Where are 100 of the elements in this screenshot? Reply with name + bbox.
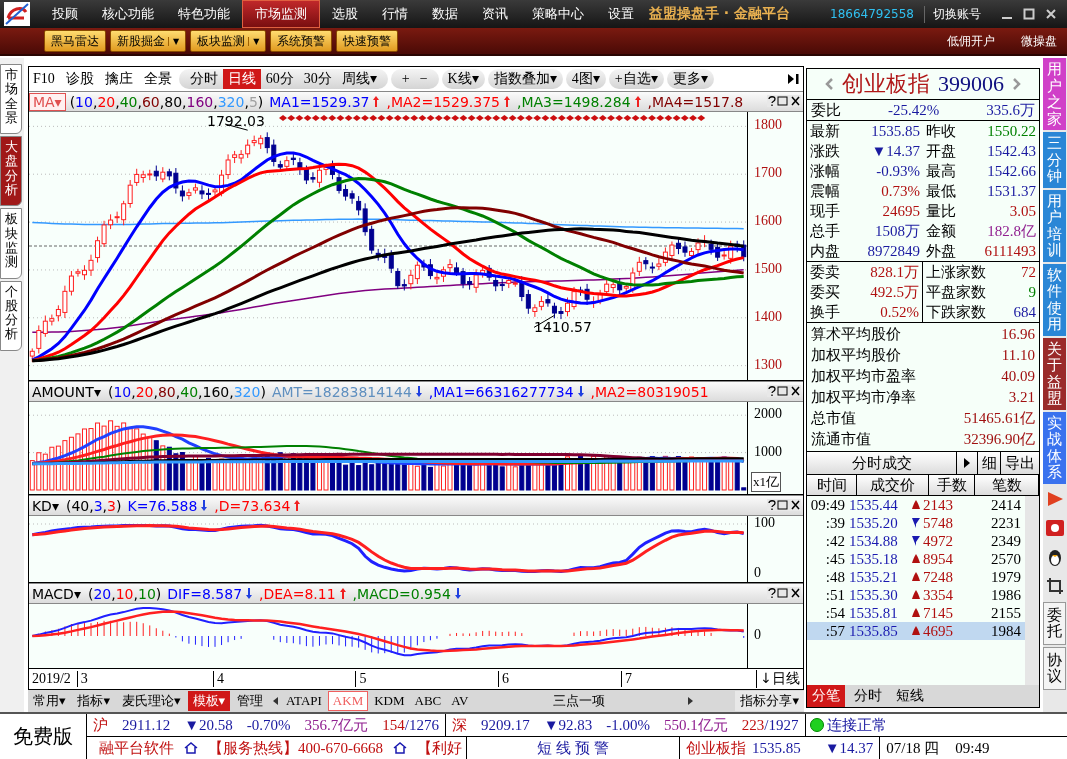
tool-link[interactable]: 诊股	[61, 70, 98, 88]
menu-item[interactable]: 投顾	[40, 1, 90, 27]
separator: ,	[102, 497, 108, 514]
quote-value: 0.52%	[880, 303, 919, 321]
indicator-menu[interactable]: MACD▾	[28, 585, 84, 602]
trade-row[interactable]: :42 1534.88 4972 2349	[807, 532, 1025, 550]
zoom-button[interactable]: +	[396, 69, 415, 89]
menu-item[interactable]: 行情	[370, 1, 420, 27]
separator: ,	[244, 93, 249, 110]
bottom-tab[interactable]: 管理	[232, 691, 269, 711]
indicator-menu[interactable]: KD▾	[28, 497, 62, 514]
menu-item[interactable]: 设置	[596, 1, 646, 27]
bottom-tab[interactable]: 指标▾	[72, 691, 115, 711]
tool-link[interactable]: 全景	[139, 70, 176, 88]
market-change: ▼20.58	[184, 716, 233, 734]
side-link[interactable]: 用户之家	[1043, 58, 1066, 130]
toolbar-dropdown[interactable]: 更多▾	[666, 69, 714, 89]
bracket: (	[69, 93, 76, 110]
menu-item[interactable]: 资讯	[470, 1, 520, 27]
bracket: (	[65, 497, 72, 514]
axis-label: 2000	[753, 406, 782, 423]
menu-item[interactable]: 核心功能	[90, 1, 166, 27]
side-link[interactable]: 关于益盟	[1043, 337, 1066, 410]
bottom-tab[interactable]: 麦氏理论▾	[117, 691, 186, 711]
menu-item[interactable]: 特色功能	[166, 1, 242, 27]
trade-price: 1535.18	[849, 550, 899, 568]
side-button[interactable]: 协议	[1043, 646, 1066, 690]
toolbar-button[interactable]: 板块监测 ▼	[190, 30, 267, 52]
indicator-tab[interactable]: KDM	[370, 692, 409, 710]
period-label[interactable]: ↓日线	[756, 670, 803, 688]
separator: ,	[131, 383, 136, 400]
trade-row[interactable]: :39 1535.20 5748 2231	[807, 514, 1025, 532]
phone-number: 18664792558	[830, 7, 914, 21]
side-link[interactable]: 三分钟	[1043, 132, 1066, 188]
indicator-value: ,MA2=1529.375	[386, 93, 500, 110]
side-link[interactable]: 用户培训	[1043, 189, 1066, 262]
trade-row[interactable]: 09:49 1535.44 2143 2414	[807, 496, 1025, 514]
tool-link[interactable]: 擒庄	[100, 70, 137, 88]
trade-row[interactable]: :51 1535.30 3354 1986	[807, 586, 1025, 604]
side-button[interactable]: 委托	[1043, 601, 1066, 645]
switch-account-link[interactable]: 切换账号	[924, 5, 981, 23]
short-term-alert[interactable]: 短 线 预 警	[537, 738, 609, 758]
indicator-menu[interactable]: AMOUNT▾	[28, 383, 104, 400]
axis-label: 0	[753, 565, 761, 581]
menu-item[interactable]: 选股	[320, 1, 370, 27]
period-tab[interactable]: 周线▾	[336, 69, 382, 89]
separator: ,	[153, 383, 158, 400]
menu-item[interactable]: 数据	[420, 1, 470, 27]
quote-value: 1535.85	[871, 122, 920, 140]
toolbar-dropdown[interactable]: K线▾	[441, 69, 485, 89]
period-tab[interactable]: 分时	[184, 69, 223, 89]
index-code: 399006	[938, 71, 1004, 97]
side-tab[interactable]: 板块监测	[0, 208, 22, 279]
trade-time: :54	[824, 604, 846, 622]
trade-row[interactable]: :54 1535.81 7145 2155	[807, 604, 1025, 622]
menu-item[interactable]: 策略中心	[520, 1, 596, 27]
toolbar-button[interactable]: 快速预警	[336, 30, 399, 52]
period-tab[interactable]: 60分	[260, 69, 299, 89]
bottom-tab[interactable]: 模板▾	[187, 691, 231, 711]
toolbar-dropdown[interactable]: +自选▾	[608, 69, 664, 89]
side-tab[interactable]: 大盘分析	[0, 136, 22, 207]
export-button[interactable]: 导出	[1001, 452, 1039, 474]
toolbar-button[interactable]: 新股掘金 ▼	[110, 30, 187, 52]
tool-link[interactable]: F10	[28, 71, 59, 87]
market-price: 2911.12	[122, 716, 171, 734]
indicator-tab[interactable]: AV	[447, 692, 473, 710]
side-link[interactable]: 软件使用	[1043, 263, 1066, 336]
toolbar-link[interactable]: 低佣开户	[947, 32, 995, 50]
trade-tab[interactable]: 分笔	[807, 685, 845, 707]
zoom-button[interactable]: −	[414, 69, 433, 89]
indicator-tab[interactable]: ABC	[410, 692, 446, 710]
toolbar-dropdown[interactable]: 4图▾	[565, 69, 606, 89]
toolbar-dropdown[interactable]: 指数叠加▾	[487, 69, 563, 89]
trade-price: 1535.20	[849, 514, 899, 532]
toolbar-button[interactable]: 黑马雷达	[44, 30, 106, 52]
menu-item[interactable]: 市场监测	[242, 0, 320, 28]
side-tab[interactable]: 个股分析	[0, 280, 22, 351]
side-link[interactable]: 实战体系	[1043, 411, 1066, 484]
detail-button[interactable]: 细	[978, 452, 1002, 474]
quote-label: 金额	[926, 221, 956, 241]
trade-tab[interactable]: 短线	[891, 685, 929, 707]
trade-row[interactable]: :45 1535.18 8954 2570	[807, 550, 1025, 568]
side-tab[interactable]: 市场全景	[0, 64, 22, 135]
trade-tab[interactable]: 分时	[849, 685, 887, 707]
quote-value: 828.1万	[870, 262, 919, 282]
indicator-value: ,MACD=0.954	[352, 585, 451, 602]
period-tab[interactable]: 日线	[222, 69, 261, 89]
date-text: 07/18 四	[886, 738, 940, 758]
stat-value: 3.21	[1008, 389, 1035, 406]
trade-row[interactable]: :48 1535.21 7248 1979	[807, 568, 1025, 586]
toolbar-button[interactable]: 系统预警	[270, 30, 333, 52]
axis-label: 0	[753, 627, 761, 643]
toolbar-link[interactable]: 微操盘	[1021, 32, 1057, 50]
column-header: 成交价	[857, 475, 929, 495]
indicator-share-button[interactable]: 指标分享▾	[735, 691, 804, 711]
indicator-menu[interactable]: MA▾	[28, 92, 66, 111]
indicator-tab[interactable]: ATAPI	[282, 692, 326, 710]
period-tab[interactable]: 30分	[298, 69, 337, 89]
bottom-tab[interactable]: 常用▾	[27, 691, 71, 711]
trade-row[interactable]: :57 1535.85 4695 1984	[807, 622, 1025, 640]
